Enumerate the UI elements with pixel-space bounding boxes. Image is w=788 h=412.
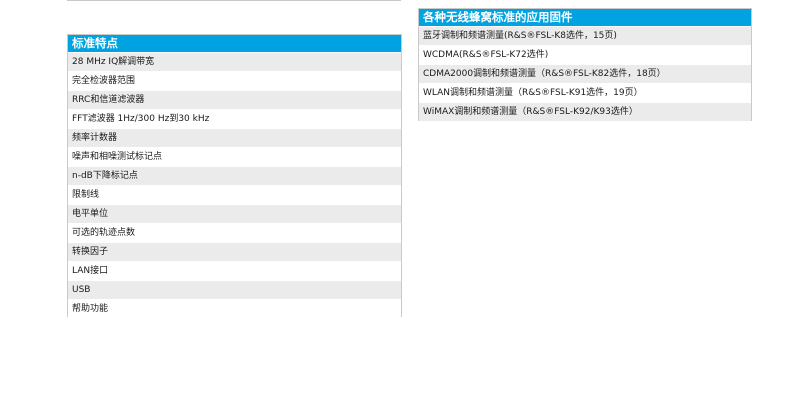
- standard-features-title: 标准特点: [68, 35, 401, 52]
- feature-row: 频率计数器: [68, 128, 401, 147]
- feature-row: 完全检波器范围: [68, 71, 401, 90]
- application-firmware-table: 各种无线蜂窝标准的应用固件 蓝牙调制和频谱测量(R&S®FSL-K8选件，15页…: [418, 8, 752, 121]
- feature-row: 电平单位: [68, 204, 401, 223]
- feature-row: 转换因子: [68, 242, 401, 261]
- feature-row: 可选的轨迹点数: [68, 223, 401, 242]
- feature-row: USB: [68, 280, 401, 299]
- firmware-row: WiMAX调制和频谱测量（R&S®FSL-K92/K93选件）: [419, 102, 751, 121]
- application-firmware-title: 各种无线蜂窝标准的应用固件: [419, 9, 751, 26]
- standard-features-table: 标准特点 28 MHz IQ解调带宽 完全检波器范围 RRC和信道滤波器 FFT…: [67, 34, 402, 318]
- feature-row: n-dB下降标记点: [68, 166, 401, 185]
- feature-row: 限制线: [68, 185, 401, 204]
- feature-row: FFT滤波器 1Hz/300 Hz到30 kHz: [68, 109, 401, 128]
- firmware-row: 蓝牙调制和频谱测量(R&S®FSL-K8选件，15页): [419, 26, 751, 45]
- feature-row: 帮助功能: [68, 299, 401, 318]
- feature-row: 28 MHz IQ解调带宽: [68, 52, 401, 71]
- datasheet-page: 标准特点 28 MHz IQ解调带宽 完全检波器范围 RRC和信道滤波器 FFT…: [0, 0, 788, 412]
- firmware-row: WCDMA(R&S®FSL-K72选件): [419, 45, 751, 64]
- top-rule: [67, 0, 401, 1]
- firmware-row: CDMA2000调制和频谱测量（R&S®FSL-K82选件，18页）: [419, 64, 751, 83]
- firmware-row: WLAN调制和频谱测量（R&S®FSL-K91选件，19页）: [419, 83, 751, 102]
- feature-row: LAN接口: [68, 261, 401, 280]
- feature-row: RRC和信道滤波器: [68, 90, 401, 109]
- feature-row: 噪声和相噪测试标记点: [68, 147, 401, 166]
